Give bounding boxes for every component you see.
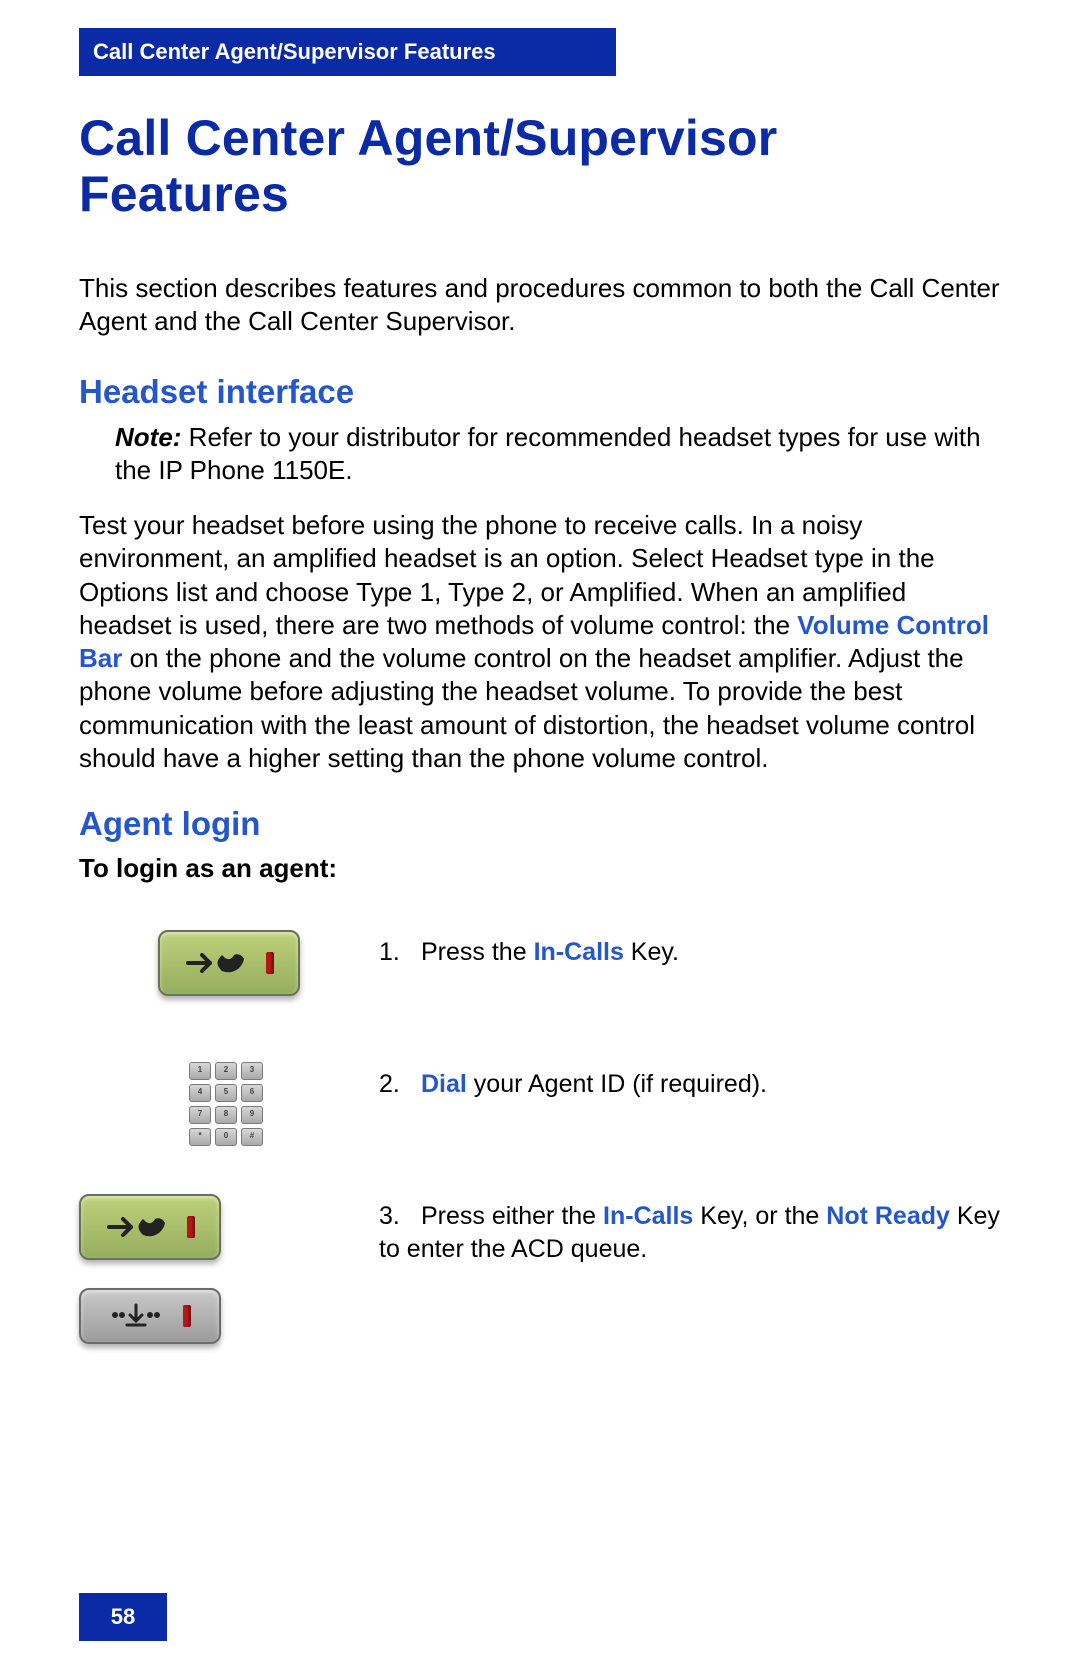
step-3-num: 3. bbox=[379, 1200, 421, 1233]
step-1-num: 1. bbox=[379, 936, 421, 969]
step-3-term1: In-Calls bbox=[603, 1202, 693, 1230]
headset-note: Note: Refer to your distributor for reco… bbox=[79, 421, 1001, 488]
document-page: Call Center Agent/Supervisor Features Ca… bbox=[0, 0, 1080, 1669]
heading-agent-login: Agent login bbox=[79, 805, 1001, 843]
content-area: Call Center Agent/Supervisor Features Th… bbox=[79, 76, 1001, 1344]
step-2-term: Dial bbox=[421, 1070, 467, 1098]
page-number-box: 58 bbox=[79, 1593, 167, 1641]
page-title: Call Center Agent/Supervisor Features bbox=[79, 110, 1001, 222]
step-2-icon-cell: 123 456 789 *0# bbox=[79, 1062, 379, 1152]
note-text: Refer to your distributor for recommende… bbox=[115, 422, 981, 485]
step-1-term: In-Calls bbox=[534, 938, 624, 966]
step-3-term2: Not Ready bbox=[826, 1202, 950, 1230]
headset-para-after: on the phone and the volume control on t… bbox=[79, 643, 975, 773]
running-header-text: Call Center Agent/Supervisor Features bbox=[93, 39, 496, 65]
headset-paragraph: Test your headset before using the phone… bbox=[79, 509, 1001, 775]
step-2-num: 2. bbox=[379, 1068, 421, 1101]
step-3-text: 3.Press either the In-Calls Key, or the … bbox=[379, 1194, 1001, 1265]
intro-paragraph: This section describes features and proc… bbox=[79, 272, 1001, 339]
led-indicator-icon bbox=[187, 1216, 195, 1238]
agent-login-sub: To login as an agent: bbox=[79, 853, 1001, 884]
step-3-mid: Key, or the bbox=[693, 1202, 826, 1230]
step-1-pre: Press the bbox=[421, 938, 534, 966]
step-2-mid: your Agent ID (if required). bbox=[467, 1070, 767, 1098]
in-calls-key-icon bbox=[158, 930, 300, 996]
login-steps: 1.Press the In-Calls Key. 123 456 789 *0… bbox=[79, 930, 1001, 1344]
note-label: Note: bbox=[115, 422, 181, 452]
page-number: 58 bbox=[111, 1604, 135, 1630]
step-3-pre: Press either the bbox=[421, 1202, 603, 1230]
not-ready-key-icon bbox=[79, 1288, 221, 1344]
in-calls-key-icon bbox=[79, 1194, 221, 1260]
running-header: Call Center Agent/Supervisor Features bbox=[79, 28, 616, 76]
step-1-icon-cell bbox=[79, 930, 379, 1020]
step-2-text: 2.Dial your Agent ID (if required). bbox=[379, 1062, 1001, 1101]
led-indicator-icon bbox=[266, 952, 274, 974]
step-1-mid: Key. bbox=[624, 938, 679, 966]
dial-pad-icon: 123 456 789 *0# bbox=[189, 1062, 269, 1146]
led-indicator-icon bbox=[183, 1305, 191, 1327]
step-1-text: 1.Press the In-Calls Key. bbox=[379, 930, 1001, 969]
step-3-icon-cell bbox=[79, 1194, 379, 1344]
heading-headset-interface: Headset interface bbox=[79, 373, 1001, 411]
